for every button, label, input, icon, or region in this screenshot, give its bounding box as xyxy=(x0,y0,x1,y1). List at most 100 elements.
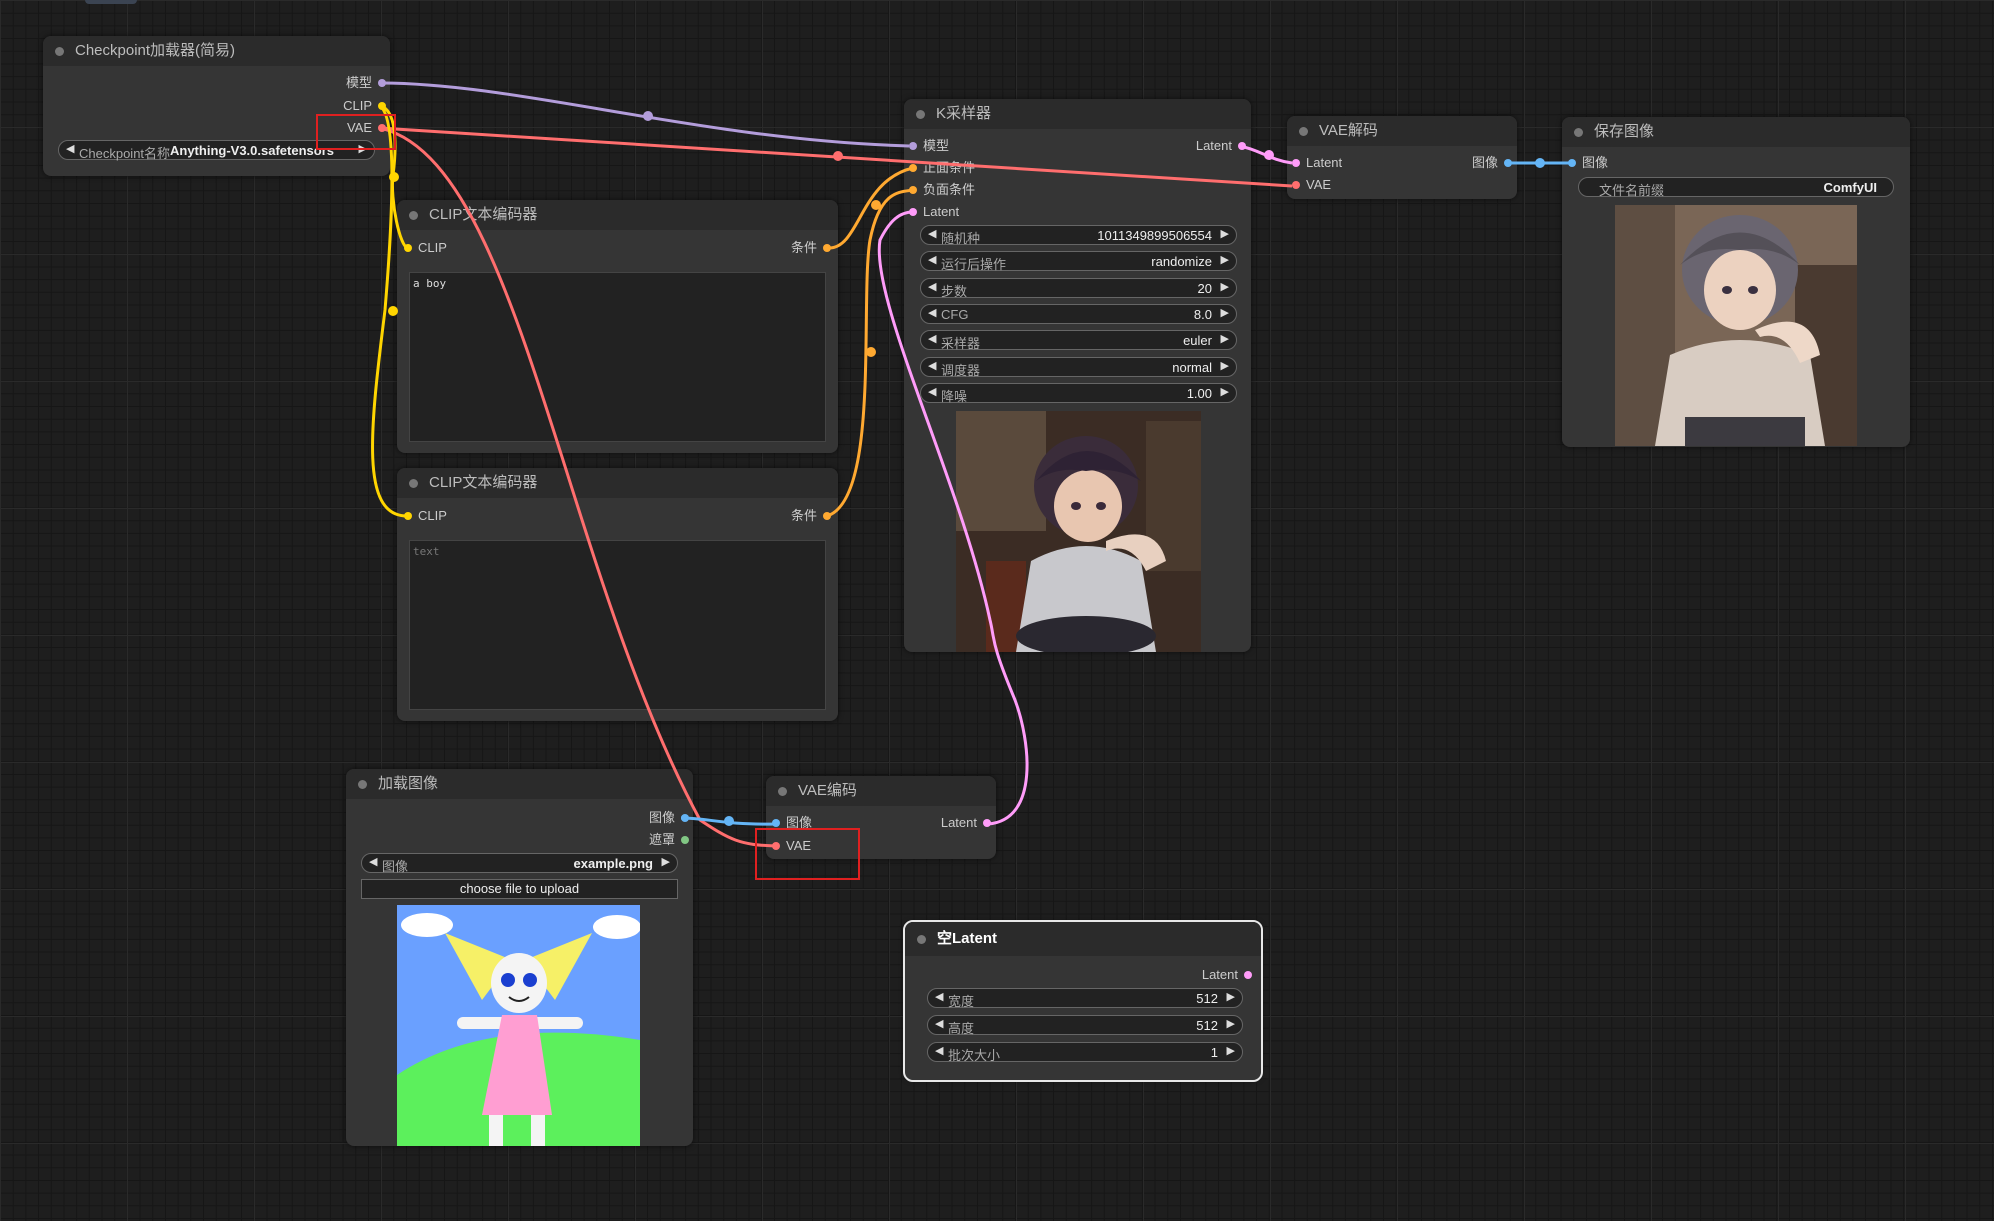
decrement-arrow-icon[interactable]: ◀ xyxy=(369,855,377,868)
height-widget[interactable]: ◀ 高度 512 ▶ xyxy=(927,1015,1243,1036)
input-vae[interactable]: VAE xyxy=(1292,176,1331,194)
collapse-dot-icon[interactable] xyxy=(1299,127,1308,136)
wire-positive-handle[interactable] xyxy=(871,200,881,210)
decrement-arrow-icon[interactable]: ◀ xyxy=(928,385,936,398)
save-image-node[interactable]: 保存图像 图像 文件名前缀 ComfyUI xyxy=(1562,117,1910,447)
output-image[interactable]: 图像 xyxy=(649,809,689,827)
wire-image-encode-handle[interactable] xyxy=(724,816,734,826)
ksampler-node[interactable]: K采样器 模型 正面条件 负面条件 Latent Latent ◀ 随机种 1011… xyxy=(904,99,1251,652)
decrement-arrow-icon[interactable]: ◀ xyxy=(935,1044,943,1057)
empty-latent-node[interactable]: 空Latent Latent ◀ 宽度 512 ▶ ◀ 高度 512 ▶ ◀ 批次大小 1 ▶ xyxy=(903,920,1263,1082)
prompt-textarea[interactable]: a boy xyxy=(409,272,826,442)
slot-pin-icon[interactable] xyxy=(378,102,386,110)
checkpoint-loader-node[interactable]: Checkpoint加载器(简易) 模型 CLIP VAE ◀ Checkpoi… xyxy=(43,36,390,176)
increment-arrow-icon[interactable]: ▶ xyxy=(1227,1017,1235,1030)
slot-pin-icon[interactable] xyxy=(909,208,917,216)
slot-pin-icon[interactable] xyxy=(1292,159,1300,167)
node-title-bar[interactable]: K采样器 xyxy=(904,99,1251,129)
output-model[interactable]: 模型 xyxy=(346,74,386,92)
clip-text-encoder-negative-node[interactable]: CLIP文本编码器 CLIP 条件 text xyxy=(397,468,838,721)
slot-pin-icon[interactable] xyxy=(909,142,917,150)
node-title-bar[interactable]: CLIP文本编码器 xyxy=(397,468,838,498)
output-clip[interactable]: CLIP xyxy=(343,97,386,115)
slot-pin-icon[interactable] xyxy=(823,244,831,252)
steps-widget[interactable]: ◀ 步数 20 ▶ xyxy=(920,278,1237,299)
node-title-bar[interactable]: VAE编码 xyxy=(766,776,996,806)
output-conditioning[interactable]: 条件 xyxy=(791,507,831,525)
scheduler-widget[interactable]: ◀ 调度器 normal ▶ xyxy=(920,357,1237,378)
collapse-dot-icon[interactable] xyxy=(1574,128,1583,137)
slot-pin-icon[interactable] xyxy=(1238,142,1246,150)
seed-widget[interactable]: ◀ 随机种 1011349899506554 ▶ xyxy=(920,225,1237,246)
increment-arrow-icon[interactable]: ▶ xyxy=(1227,990,1235,1003)
decrement-arrow-icon[interactable]: ◀ xyxy=(928,253,936,266)
increment-arrow-icon[interactable]: ▶ xyxy=(662,855,670,868)
output-latent[interactable]: Latent xyxy=(1196,137,1246,155)
slot-pin-icon[interactable] xyxy=(983,819,991,827)
clip-text-encoder-positive-node[interactable]: CLIP文本编码器 CLIP 条件 a boy xyxy=(397,200,838,453)
width-widget[interactable]: ◀ 宽度 512 ▶ xyxy=(927,988,1243,1009)
node-title-bar[interactable]: 保存图像 xyxy=(1562,117,1910,147)
output-latent[interactable]: Latent xyxy=(1202,966,1252,984)
wire-vae-handle[interactable] xyxy=(833,151,843,161)
slot-pin-icon[interactable] xyxy=(681,814,689,822)
wire-model-handle[interactable] xyxy=(643,111,653,121)
collapse-dot-icon[interactable] xyxy=(917,935,926,944)
collapse-dot-icon[interactable] xyxy=(409,211,418,220)
decrement-arrow-icon[interactable]: ◀ xyxy=(928,306,936,319)
increment-arrow-icon[interactable]: ▶ xyxy=(1221,332,1229,345)
upload-button[interactable]: choose file to upload xyxy=(361,879,678,899)
wire-negative-handle[interactable] xyxy=(866,347,876,357)
batch-size-widget[interactable]: ◀ 批次大小 1 ▶ xyxy=(927,1042,1243,1063)
slot-pin-icon[interactable] xyxy=(909,164,917,172)
slot-pin-icon[interactable] xyxy=(1244,971,1252,979)
slot-pin-icon[interactable] xyxy=(404,244,412,252)
cfg-widget[interactable]: ◀ CFG 8.0 ▶ xyxy=(920,304,1237,324)
node-title-bar[interactable]: 加载图像 xyxy=(346,769,693,799)
increment-arrow-icon[interactable]: ▶ xyxy=(1221,280,1229,293)
input-clip[interactable]: CLIP xyxy=(404,239,447,257)
graph-canvas[interactable]: Checkpoint加载器(简易) 模型 CLIP VAE ◀ Checkpoi… xyxy=(0,0,1994,1221)
decrement-arrow-icon[interactable]: ◀ xyxy=(928,227,936,240)
prompt-textarea[interactable]: text xyxy=(409,540,826,710)
slot-pin-icon[interactable] xyxy=(772,819,780,827)
decrement-arrow-icon[interactable]: ◀ xyxy=(935,990,943,1003)
wire-clip1-handle[interactable] xyxy=(389,172,399,182)
slot-pin-icon[interactable] xyxy=(909,186,917,194)
increment-arrow-icon[interactable]: ▶ xyxy=(1221,306,1229,319)
increment-arrow-icon[interactable]: ▶ xyxy=(1221,359,1229,372)
slot-pin-icon[interactable] xyxy=(378,79,386,87)
slot-pin-icon[interactable] xyxy=(681,836,689,844)
wire-image-save-handle[interactable] xyxy=(1535,158,1545,168)
load-image-node[interactable]: 加载图像 图像 遮罩 ◀ 图像 example.png ▶ choose file t… xyxy=(346,769,693,1146)
input-negative[interactable]: 负面条件 xyxy=(909,181,975,199)
collapse-dot-icon[interactable] xyxy=(358,780,367,789)
increment-arrow-icon[interactable]: ▶ xyxy=(1221,227,1229,240)
control-after-generate-widget[interactable]: ◀ 运行后操作 randomize ▶ xyxy=(920,251,1237,272)
input-model[interactable]: 模型 xyxy=(909,137,949,155)
image-select-combo[interactable]: ◀ 图像 example.png ▶ xyxy=(361,853,678,874)
slot-pin-icon[interactable] xyxy=(404,512,412,520)
collapse-dot-icon[interactable] xyxy=(778,787,787,796)
output-image[interactable]: 图像 xyxy=(1472,154,1512,172)
decrement-arrow-icon[interactable]: ◀ xyxy=(928,280,936,293)
slot-pin-icon[interactable] xyxy=(823,512,831,520)
denoise-widget[interactable]: ◀ 降噪 1.00 ▶ xyxy=(920,383,1237,404)
output-conditioning[interactable]: 条件 xyxy=(791,239,831,257)
input-latent[interactable]: Latent xyxy=(909,203,959,221)
filename-prefix-widget[interactable]: 文件名前缀 ComfyUI xyxy=(1578,177,1894,198)
increment-arrow-icon[interactable]: ▶ xyxy=(1227,1044,1235,1057)
collapse-dot-icon[interactable] xyxy=(55,47,64,56)
collapse-dot-icon[interactable] xyxy=(409,479,418,488)
decrement-arrow-icon[interactable]: ◀ xyxy=(66,142,74,155)
input-latent[interactable]: Latent xyxy=(1292,154,1342,172)
node-title-bar[interactable]: 空Latent xyxy=(905,922,1261,956)
input-positive[interactable]: 正面条件 xyxy=(909,159,975,177)
wire-latent-handle[interactable] xyxy=(1264,150,1274,160)
decrement-arrow-icon[interactable]: ◀ xyxy=(928,359,936,372)
increment-arrow-icon[interactable]: ▶ xyxy=(1221,385,1229,398)
slot-pin-icon[interactable] xyxy=(1568,159,1576,167)
sampler-widget[interactable]: ◀ 采样器 euler ▶ xyxy=(920,330,1237,351)
increment-arrow-icon[interactable]: ▶ xyxy=(1221,253,1229,266)
output-mask[interactable]: 遮罩 xyxy=(649,831,689,849)
